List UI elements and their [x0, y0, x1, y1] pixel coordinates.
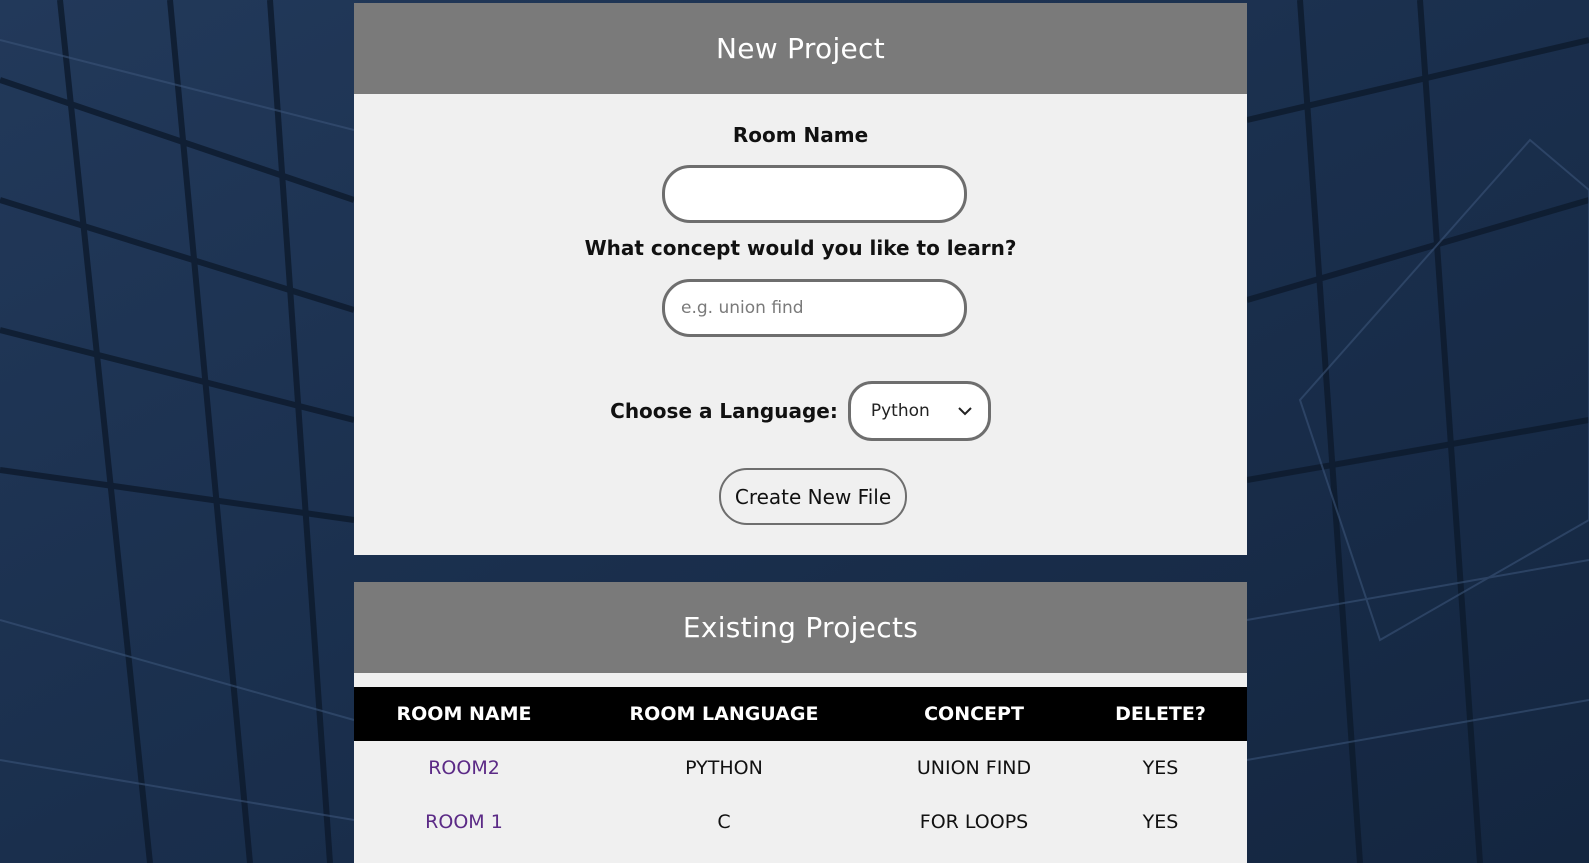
- table-row: ROOM 1 C FOR LOOPS YES: [354, 795, 1247, 849]
- concept-cell: UNION FIND: [916, 757, 1032, 779]
- room-name-cell: ROOM2: [354, 741, 574, 795]
- concept-cell: FOR LOOPS: [919, 811, 1029, 833]
- room-link[interactable]: ROOM2: [428, 757, 500, 779]
- language-row: Choose a Language: Python: [354, 381, 1247, 441]
- table-header-row: ROOM NAME ROOM LANGUAGE CONCEPT DELETE?: [354, 687, 1247, 741]
- language-select[interactable]: Python: [847, 381, 991, 441]
- concept-input[interactable]: [662, 279, 967, 337]
- column-header-room-language: ROOM LANGUAGE: [629, 703, 819, 725]
- new-project-panel: New Project Room Name What concept would…: [354, 3, 1247, 555]
- room-name-input[interactable]: [662, 165, 967, 223]
- existing-projects-panel: Existing Projects ROOM NAME ROOM LANGUAG…: [354, 582, 1247, 863]
- column-header-room-name: ROOM NAME: [396, 703, 532, 725]
- room-language-cell: PYTHON: [685, 757, 763, 779]
- concept-label: What concept would you like to learn?: [584, 236, 1017, 260]
- room-language-cell: C: [717, 811, 731, 833]
- column-header-concept: CONCEPT: [924, 703, 1024, 725]
- chevron-down-icon: [958, 407, 972, 416]
- delete-cell[interactable]: YES: [1074, 795, 1247, 849]
- language-label: Choose a Language:: [610, 399, 838, 423]
- room-name-cell: ROOM 1: [354, 795, 574, 849]
- new-project-title: New Project: [354, 3, 1247, 94]
- column-header-delete: DELETE?: [1115, 703, 1206, 725]
- create-new-file-button[interactable]: Create New File: [719, 468, 907, 525]
- projects-table: ROOM NAME ROOM LANGUAGE CONCEPT DELETE? …: [354, 687, 1247, 849]
- room-link[interactable]: ROOM 1: [425, 811, 503, 833]
- language-selected-value: Python: [870, 401, 930, 421]
- room-name-label: Room Name: [732, 123, 869, 147]
- delete-cell[interactable]: YES: [1074, 741, 1247, 795]
- table-row: ROOM2 PYTHON UNION FIND YES: [354, 741, 1247, 795]
- existing-projects-title: Existing Projects: [354, 582, 1247, 673]
